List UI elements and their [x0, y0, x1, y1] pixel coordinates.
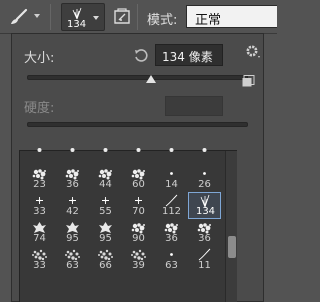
brush-preset-panel: 大小: 134 像素 硬度: 23 36 44 60 14 26 33 42 55 70 112 13…: [11, 33, 264, 302]
brush-preset-size: 33: [33, 260, 46, 271]
brush-preset[interactable]: 55: [89, 192, 122, 219]
blend-mode-value: 正常: [195, 13, 222, 28]
brush-preset[interactable]: 33: [23, 246, 56, 273]
brush-grid: 23 36 44 60 14 26 33 42 55 70 112 134 74 95 95 90 36 36 33…: [23, 138, 223, 291]
brush-preset[interactable]: 134: [188, 192, 221, 219]
hardness-input: [165, 96, 223, 116]
brush-preset-size: 60: [132, 179, 145, 190]
brush-preset[interactable]: 33: [23, 192, 56, 219]
brush-preset[interactable]: 66: [89, 246, 122, 273]
brush-preset[interactable]: 36: [56, 165, 89, 192]
mode-label: 模式:: [147, 13, 178, 28]
size-input[interactable]: 134 像素: [155, 44, 223, 66]
brush-preset[interactable]: 42: [56, 192, 89, 219]
brush-preset-size: 26: [198, 179, 211, 190]
brush-tip-icon: [136, 148, 141, 152]
options-bar: 134 模式: 正常: [0, 0, 277, 34]
brush-preset[interactable]: 63: [155, 246, 188, 273]
brush-preset-size: 66: [99, 260, 112, 271]
brush-preset[interactable]: 95: [56, 219, 89, 246]
brush-preset-size: 55: [99, 206, 112, 217]
blend-mode-select[interactable]: 正常: [186, 5, 277, 28]
brush-preset[interactable]: 95: [89, 219, 122, 246]
brush-preset[interactable]: 60: [122, 165, 155, 192]
brush-presets-list: 23 36 44 60 14 26 33 42 55 70 112 134 74 95 95 90 36 36 33…: [19, 148, 237, 302]
size-label: 大小:: [24, 51, 55, 66]
brush-preset-size: 36: [165, 233, 178, 244]
brush-preset-size: 33: [33, 206, 46, 217]
brush-preset-size: 63: [66, 260, 79, 271]
chevron-down-icon: [34, 14, 40, 18]
brush-preset[interactable]: 23: [23, 165, 56, 192]
hardness-label: 硬度:: [24, 101, 55, 116]
brush-tip-icon: [37, 148, 42, 152]
brush-preset-size: 42: [66, 206, 79, 217]
brush-preset[interactable]: 44: [89, 165, 122, 192]
brush-preset-size: 36: [66, 179, 79, 190]
brush-preset[interactable]: 39: [122, 246, 155, 273]
brush-preset[interactable]: 11: [188, 246, 221, 273]
brush-preset-size: 74: [33, 233, 46, 244]
brush-preset-size: 23: [33, 179, 46, 190]
brush-tip-icon: [202, 148, 207, 152]
brush-preset[interactable]: 74: [23, 219, 56, 246]
brush-preset-size: 95: [66, 233, 79, 244]
brush-preset-size: 14: [165, 179, 178, 190]
brush-preset[interactable]: 14: [155, 165, 188, 192]
brush-preset[interactable]: 90: [122, 219, 155, 246]
tool-preset-picker[interactable]: [6, 6, 40, 28]
brush-icon: [11, 8, 28, 24]
brush-preset[interactable]: 36: [155, 219, 188, 246]
brush-preset[interactable]: 36: [188, 219, 221, 246]
brush-preset[interactable]: 26: [188, 165, 221, 192]
brush-preset-size: 112: [161, 206, 182, 217]
size-value: 134 像素: [162, 50, 213, 64]
brush-preset-size: 11: [198, 260, 211, 271]
brush-panel-toggle-icon[interactable]: [113, 8, 131, 25]
brush-preset[interactable]: 70: [122, 192, 155, 219]
brush-preset-picker-icon: [72, 7, 82, 20]
brush-preset-size: 95: [99, 233, 112, 244]
brush-preset[interactable]: [188, 138, 221, 165]
brush-preset-size: 134: [195, 206, 216, 217]
brush-preset-size: 39: [132, 260, 145, 271]
brush-preset-size: 36: [198, 233, 211, 244]
brush-preset[interactable]: 112: [155, 192, 188, 219]
hardness-slider-track: [27, 122, 248, 127]
new-preset-icon[interactable]: [242, 75, 255, 87]
gear-icon[interactable]: [245, 44, 261, 60]
divider: [50, 4, 51, 30]
brush-preset-size: 90: [132, 233, 145, 244]
brush-preset[interactable]: [155, 138, 188, 165]
brush-size-readout: 134: [67, 19, 87, 30]
divider: [137, 4, 138, 30]
brush-preset[interactable]: [23, 138, 56, 165]
presets-scrollbar[interactable]: [225, 151, 237, 302]
brush-tip-icon: [103, 148, 108, 152]
brush-preset[interactable]: [56, 138, 89, 165]
brush-tip-icon: [169, 148, 174, 152]
brush-preset-size: 44: [99, 179, 112, 190]
brush-preset-picker[interactable]: 134: [61, 3, 105, 31]
size-slider-track[interactable]: [27, 75, 248, 80]
brush-preset[interactable]: 63: [56, 246, 89, 273]
brush-preset[interactable]: [122, 138, 155, 165]
size-slider-thumb[interactable]: [145, 75, 156, 83]
brush-preset-size: 70: [132, 206, 145, 217]
chevron-down-icon: [93, 16, 99, 20]
brush-tip-icon: [70, 148, 75, 152]
brush-preset[interactable]: [89, 138, 122, 165]
brush-preset-size: 63: [165, 260, 178, 271]
scroll-thumb[interactable]: [228, 236, 236, 258]
reset-size-icon[interactable]: [133, 48, 149, 64]
